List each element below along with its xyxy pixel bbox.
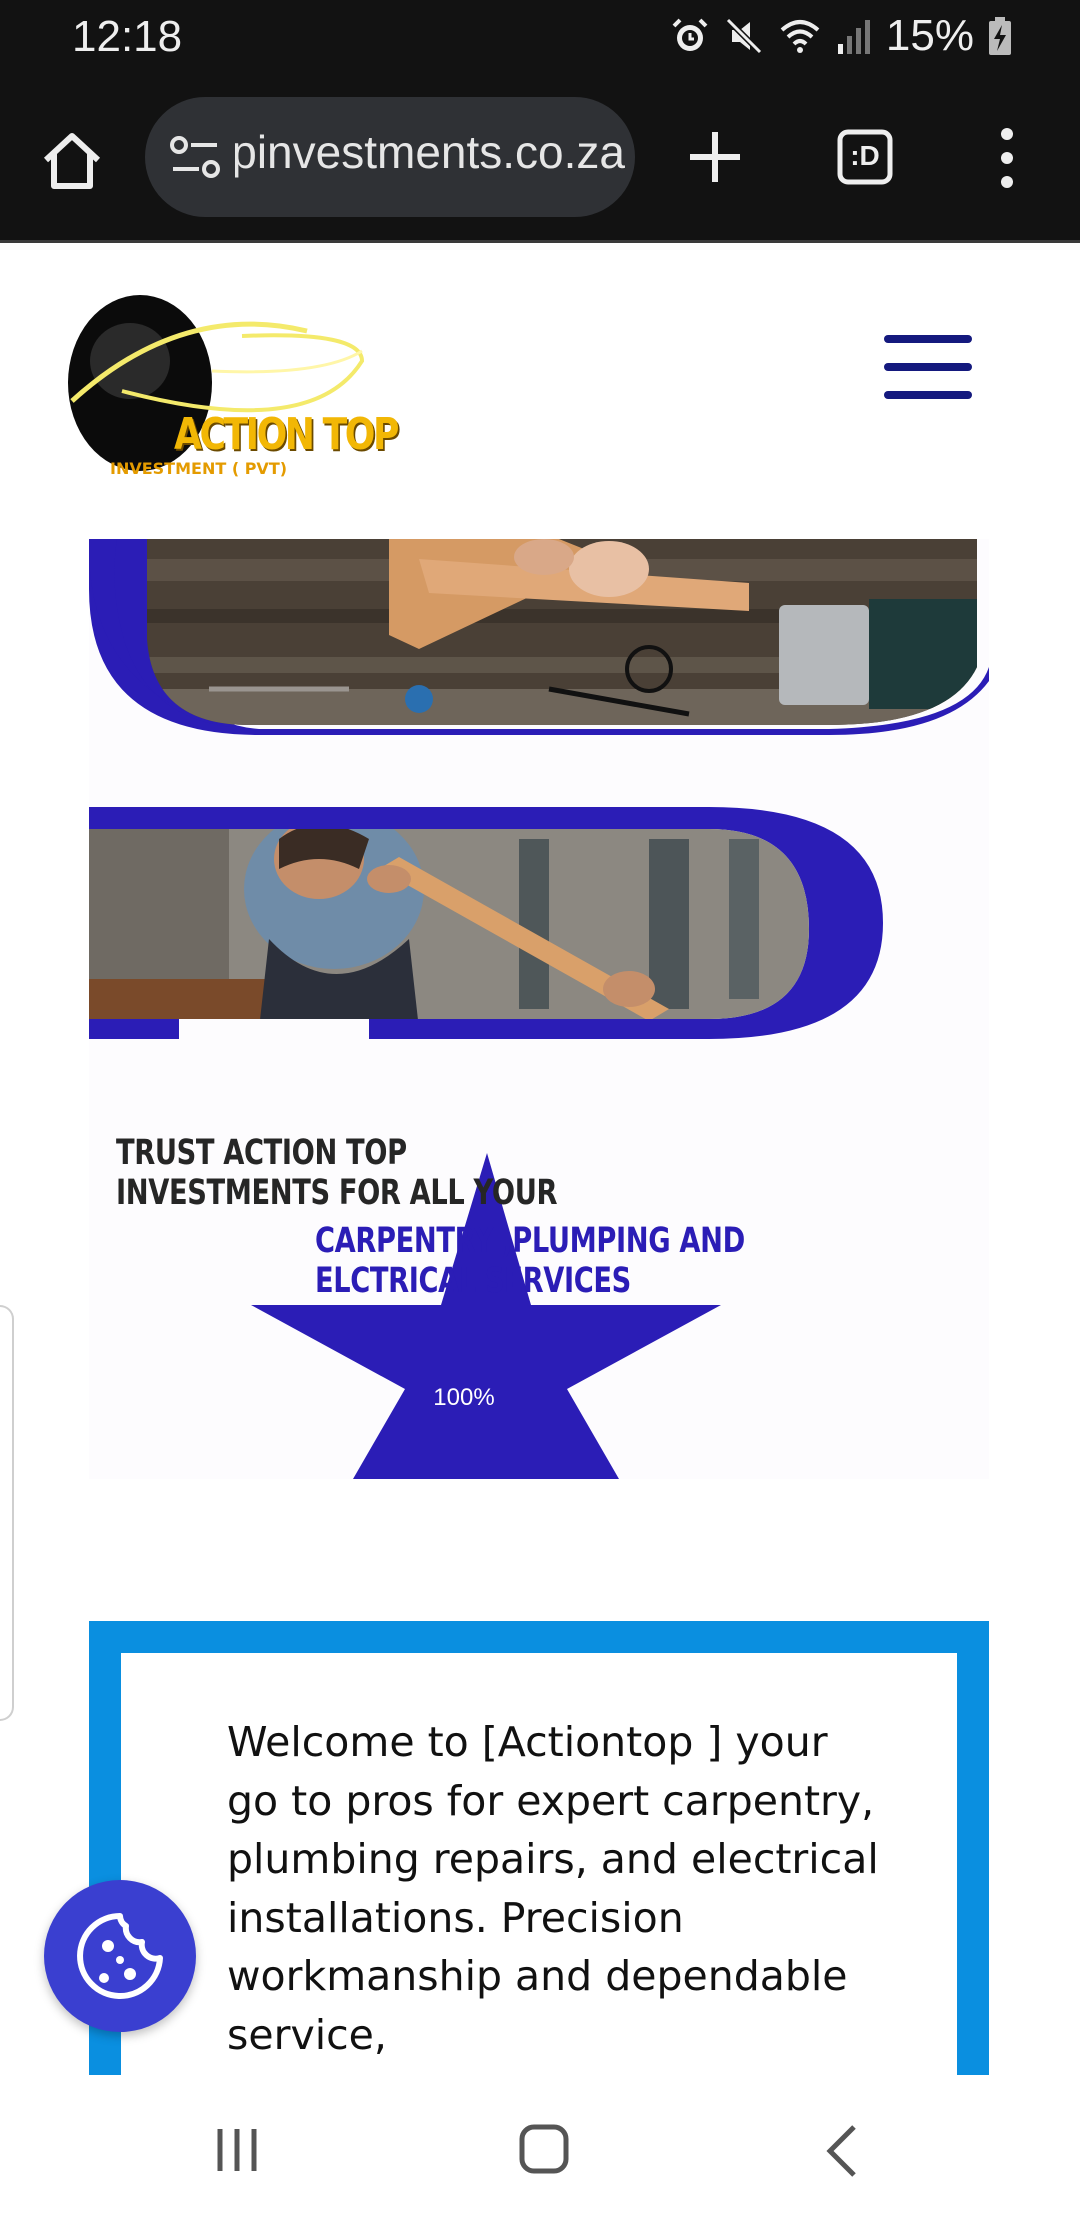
- hero-headline: TRUST ACTION TOP INVESTMENTS FOR ALL YOU…: [116, 1133, 558, 1213]
- signal-icon: [837, 20, 870, 54]
- welcome-text: Welcome to [Actiontop ] your go to pros …: [227, 1718, 879, 2059]
- star-badge-text: 100%: [433, 1384, 495, 1411]
- battery-percent: 15%: [885, 11, 974, 60]
- carpentry-photo-top: [147, 539, 977, 725]
- hamburger-line: [884, 363, 972, 371]
- back-icon[interactable]: [822, 2123, 862, 2179]
- system-nav-bar: [0, 2075, 1080, 2220]
- hero-banner: TRUST ACTION TOP INVESTMENTS FOR ALL YOU…: [89, 539, 989, 1479]
- hamburger-menu-icon[interactable]: [880, 333, 976, 405]
- welcome-section: Welcome to [Actiontop ] your go to pros …: [89, 1621, 989, 2075]
- address-bar[interactable]: actiontopinvestments.co.za: [145, 97, 635, 217]
- status-bar: 12:18 15%: [0, 0, 1080, 72]
- alarm-icon: [672, 18, 708, 51]
- edge-panel-handle[interactable]: [0, 1305, 14, 1721]
- battery-charging-icon: [989, 17, 1011, 55]
- hero-services: CARPENTRY ,PLUMPING AND ELCTRICAL SERVIC…: [315, 1221, 745, 1301]
- hamburger-line: [884, 335, 972, 343]
- new-tab-icon[interactable]: [680, 122, 750, 192]
- home-nav-icon[interactable]: [518, 2123, 570, 2175]
- site-logo[interactable]: ACTION TOP INVESTMENT ( PVT): [62, 291, 399, 491]
- wifi-icon: [780, 20, 820, 53]
- browser-toolbar: actiontopinvestments.co.za :D: [0, 72, 1080, 242]
- tab-switcher-icon[interactable]: :D: [830, 122, 900, 192]
- middle-d-bottom-left: [89, 1019, 179, 1039]
- hamburger-line: [884, 391, 972, 399]
- cookie-settings-button[interactable]: [44, 1880, 196, 2032]
- web-page: ACTION TOP INVESTMENT ( PVT) TRUST ACTIO…: [0, 243, 1080, 2075]
- url-text[interactable]: actiontopinvestments.co.za: [235, 125, 625, 189]
- cookie-icon: [77, 1913, 163, 1999]
- welcome-inner: Welcome to [Actiontop ] your go to pros …: [121, 1653, 957, 2075]
- site-info-icon[interactable]: [167, 129, 223, 185]
- home-icon[interactable]: [36, 124, 108, 196]
- more-menu-icon[interactable]: [985, 120, 1029, 196]
- recent-apps-icon[interactable]: [212, 2125, 262, 2175]
- logo-title: ACTION TOP: [174, 409, 399, 460]
- hero-graphic: [89, 539, 989, 1479]
- logo-subtitle: INVESTMENT ( PVT): [110, 459, 288, 478]
- tab-switcher-label: :D: [850, 140, 880, 171]
- carpentry-photo-woman: [89, 829, 809, 1019]
- status-icons: 15%: [670, 10, 1012, 62]
- status-time: 12:18: [72, 12, 183, 61]
- mute-icon: [725, 17, 763, 55]
